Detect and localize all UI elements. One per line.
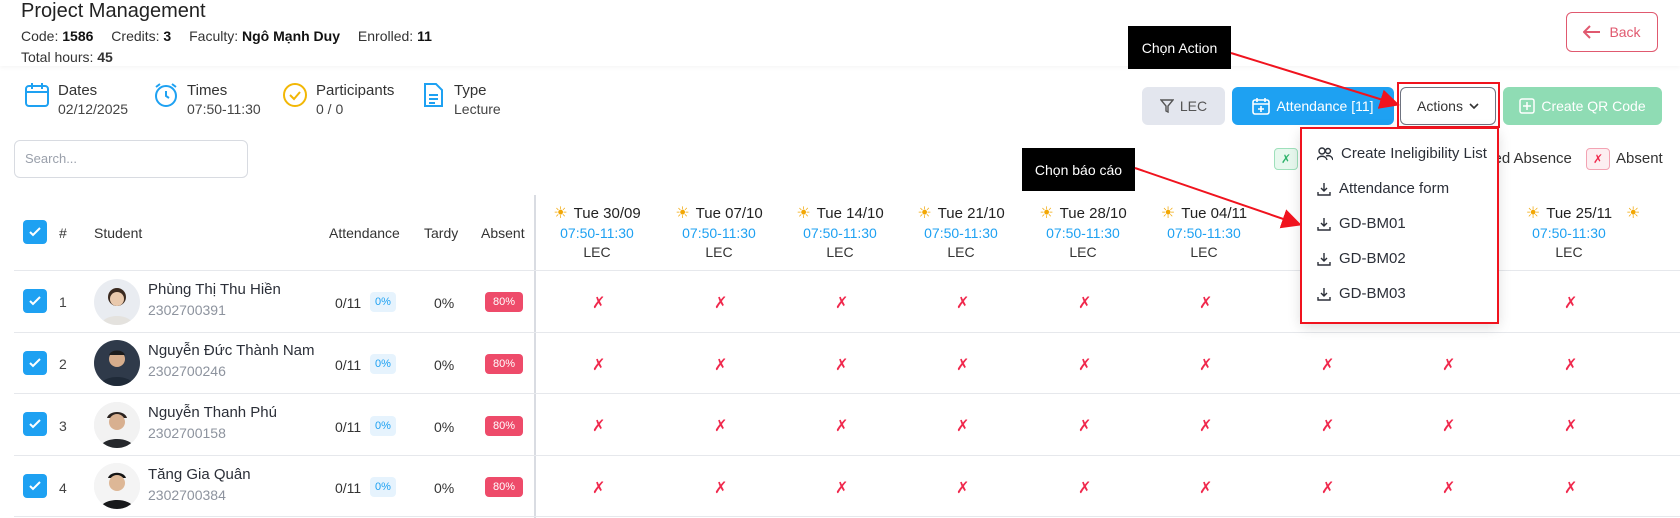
page: Project Management Code: 1586 Credits: 3… [0,0,1680,518]
arrow-to-actions [1230,52,1400,109]
arrow-to-reports [1134,167,1302,229]
annotation-arrows [1134,52,1400,229]
